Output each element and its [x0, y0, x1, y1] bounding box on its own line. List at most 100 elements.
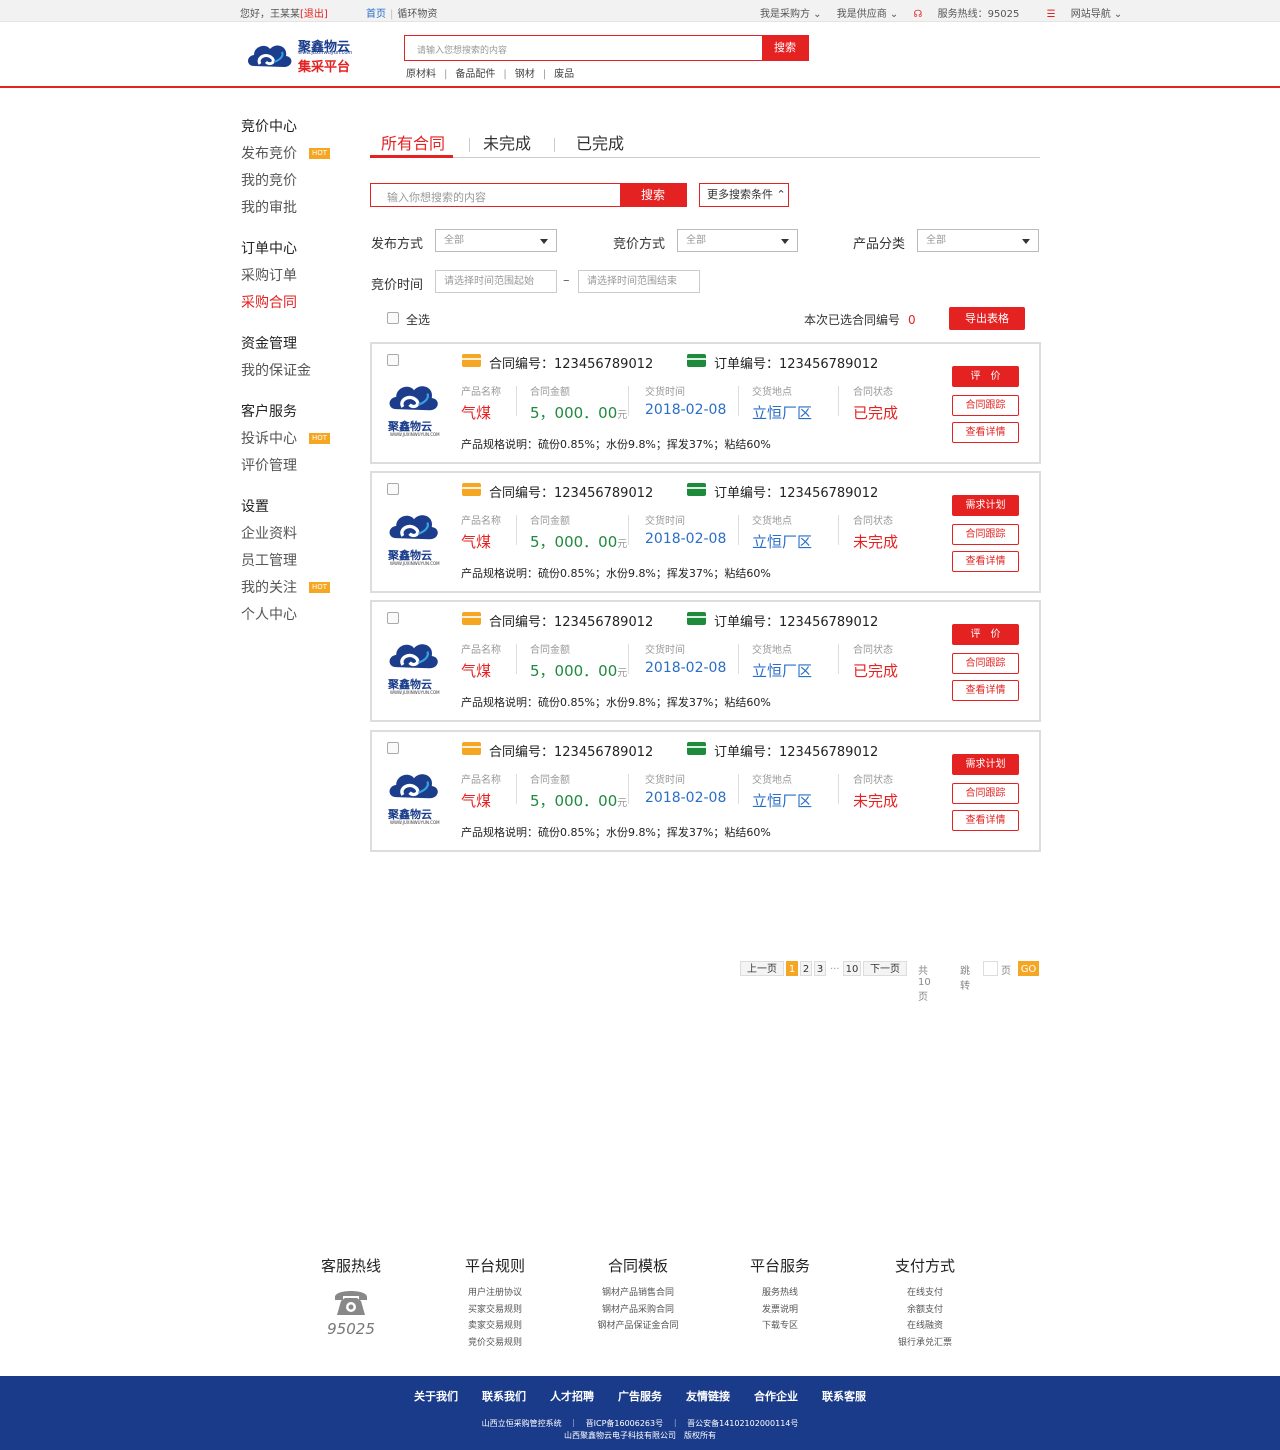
- view-details-button[interactable]: 查看详情: [952, 810, 1019, 831]
- go-button[interactable]: GO: [1018, 961, 1039, 976]
- category-select[interactable]: 全部: [917, 229, 1039, 252]
- tab-completed[interactable]: 已完成: [576, 130, 624, 154]
- contract-tracking-button[interactable]: 合同跟踪: [952, 524, 1019, 545]
- sidebar-item-my-deposit[interactable]: 我的保证金: [241, 362, 361, 389]
- contract-tracking-button[interactable]: 合同跟踪: [952, 783, 1019, 804]
- primary-action-button[interactable]: 需求计划: [952, 754, 1019, 775]
- bottom-nav-link[interactable]: 广告服务: [618, 1390, 662, 1403]
- bid-time-label: 竞价时间: [371, 278, 424, 293]
- view-details-button[interactable]: 查看详情: [952, 680, 1019, 701]
- list-icon: ☰: [1046, 9, 1056, 20]
- sidebar-item-staff[interactable]: 员工管理: [241, 552, 361, 579]
- bottom-nav-link[interactable]: 合作企业: [754, 1390, 798, 1403]
- order-card-icon: [687, 612, 706, 625]
- sidebar-item-company-info[interactable]: 企业资料: [241, 525, 361, 552]
- primary-action-button[interactable]: 评 价: [952, 366, 1019, 387]
- footer-link[interactable]: 服务热线: [720, 1285, 840, 1302]
- time-start-input[interactable]: 请选择时间范围起始: [435, 270, 557, 293]
- hot-keyword[interactable]: 钢材: [515, 69, 535, 80]
- primary-action-button[interactable]: 评 价: [952, 624, 1019, 645]
- footer-link[interactable]: 在线融资: [865, 1318, 985, 1335]
- footer-link[interactable]: 钢材产品保证金合同: [578, 1318, 698, 1335]
- bid-method-select[interactable]: 全部: [677, 229, 798, 252]
- tab-all-contracts[interactable]: 所有合同: [381, 130, 445, 154]
- primary-action-button[interactable]: 需求计划: [952, 495, 1019, 516]
- contract-card-icon: [462, 612, 481, 625]
- logout-link[interactable]: [退出]: [300, 9, 328, 20]
- hot-keyword[interactable]: 备品配件: [455, 69, 495, 80]
- contract-checkbox[interactable]: [387, 354, 399, 366]
- bottom-nav-link[interactable]: 联系客服: [822, 1390, 866, 1403]
- view-details-button[interactable]: 查看详情: [952, 422, 1019, 443]
- sidebar-item-reviews[interactable]: 评价管理: [241, 457, 361, 484]
- page-button[interactable]: 3: [814, 961, 826, 976]
- footer-link[interactable]: 钢材产品销售合同: [578, 1285, 698, 1302]
- footer-link[interactable]: 钢材产品采购合同: [578, 1302, 698, 1319]
- hot-keyword[interactable]: 原材料: [406, 69, 436, 80]
- header-search-input[interactable]: 请输入您想搜索的内容: [417, 43, 507, 56]
- circular-link[interactable]: 循环物资: [397, 9, 437, 20]
- keyword-separator: |: [444, 69, 448, 80]
- page-button[interactable]: 2: [800, 961, 812, 976]
- time-end-input[interactable]: 请选择时间范围结束: [578, 270, 700, 293]
- amount-value: 5，000．00: [530, 662, 618, 680]
- contract-checkbox[interactable]: [387, 483, 399, 495]
- sidebar-item-my-bids[interactable]: 我的竞价: [241, 172, 361, 199]
- contract-checkbox[interactable]: [387, 742, 399, 754]
- sidebar-item-complaints[interactable]: 投诉中心 HOT: [241, 430, 361, 457]
- bottom-nav-link[interactable]: 人才招聘: [550, 1390, 594, 1403]
- select-all-checkbox[interactable]: [387, 312, 399, 324]
- tab-incomplete[interactable]: 未完成: [483, 130, 531, 154]
- sidebar-item-personal-center[interactable]: 个人中心: [241, 606, 361, 633]
- site-nav-menu[interactable]: ☰ 网站导航 ⌄: [1047, 9, 1135, 20]
- sidebar-item-my-follows[interactable]: 我的关注 HOT: [241, 579, 361, 606]
- next-page-button[interactable]: 下一页: [863, 961, 907, 976]
- contract-card: 聚鑫物云 WWW.JUXINWUYUN.COM 合同编号：123456789012 订…: [370, 471, 1041, 593]
- buyer-menu[interactable]: 我是采购方 ⌄: [760, 9, 822, 20]
- export-table-button[interactable]: 导出表格: [949, 307, 1025, 330]
- page-button[interactable]: 1: [786, 961, 798, 976]
- footer-link[interactable]: 下载专区: [720, 1318, 840, 1335]
- phone-icon: [335, 1291, 367, 1315]
- page-button[interactable]: 10: [843, 961, 861, 976]
- sidebar-item-purchase-orders[interactable]: 采购订单: [241, 267, 361, 294]
- header-search-button[interactable]: 搜索: [762, 36, 808, 60]
- view-details-button[interactable]: 查看详情: [952, 551, 1019, 572]
- footer-link[interactable]: 买家交易规则: [435, 1302, 555, 1319]
- home-link[interactable]: 首页: [366, 9, 386, 20]
- select-value: 全部: [444, 235, 464, 246]
- footer-link[interactable]: 用户注册协议: [435, 1285, 555, 1302]
- contract-tracking-button[interactable]: 合同跟踪: [952, 395, 1019, 416]
- contract-no-label: 合同编号：: [489, 745, 555, 760]
- sidebar-group-funds: 资金管理 我的保证金: [241, 335, 361, 389]
- prev-page-button[interactable]: 上一页: [740, 961, 784, 976]
- hot-keyword[interactable]: 废品: [554, 69, 574, 80]
- more-filters-button[interactable]: 更多搜索条件 ⌃: [699, 183, 789, 207]
- footer-link[interactable]: 在线支付: [865, 1285, 985, 1302]
- jump-page-input[interactable]: [983, 961, 998, 976]
- footer-link[interactable]: 银行承兑汇票: [865, 1335, 985, 1352]
- footer-link[interactable]: 余额支付: [865, 1302, 985, 1319]
- site-logo[interactable]: 聚鑫物云 www.juxinwuyun.com 集采平台: [246, 36, 356, 76]
- contract-tracking-button[interactable]: 合同跟踪: [952, 653, 1019, 674]
- contract-checkbox[interactable]: [387, 612, 399, 624]
- delivery-time: 2018-02-08: [645, 790, 727, 806]
- supplier-menu[interactable]: 我是供应商 ⌄: [837, 9, 899, 20]
- contract-search-input[interactable]: 输入你想搜索的内容: [387, 189, 486, 205]
- delivery-time: 2018-02-08: [645, 660, 727, 676]
- contract-search-button[interactable]: 搜索: [620, 184, 686, 206]
- sidebar-item-purchase-contracts[interactable]: 采购合同: [241, 294, 361, 321]
- product-label: 产品名称: [461, 645, 501, 656]
- footer-link[interactable]: 竞价交易规则: [435, 1335, 555, 1352]
- publish-method-select[interactable]: 全部: [435, 229, 557, 252]
- divider: [738, 515, 739, 545]
- contract-card: 聚鑫物云 WWW.JUXINWUYUN.COM 合同编号：123456789012 订…: [370, 342, 1041, 464]
- footer-link[interactable]: 卖家交易规则: [435, 1318, 555, 1335]
- sidebar-item-publish-bid[interactable]: 发布竞价 HOT: [241, 145, 361, 172]
- bottom-nav-link[interactable]: 联系我们: [482, 1390, 526, 1403]
- contract-card-icon: [462, 483, 481, 496]
- bottom-nav-link[interactable]: 关于我们: [414, 1390, 458, 1403]
- bottom-nav-link[interactable]: 友情链接: [686, 1390, 730, 1403]
- sidebar-item-my-approvals[interactable]: 我的审批: [241, 199, 361, 226]
- footer-link[interactable]: 发票说明: [720, 1302, 840, 1319]
